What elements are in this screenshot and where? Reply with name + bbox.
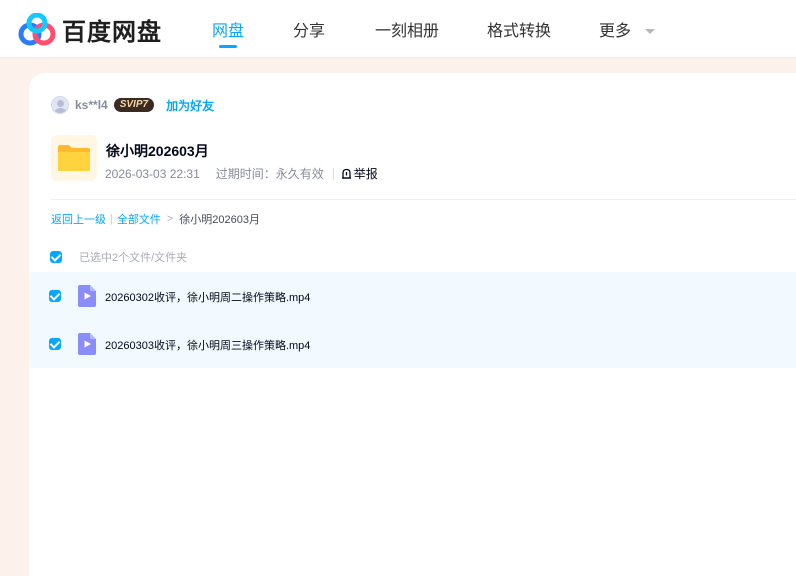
breadcrumb-arrow: > — [166, 213, 174, 225]
share-expire-text: 过期时间：永久有效 — [215, 167, 324, 181]
table-row[interactable]: 20260302收评，徐小明周二操作策略.mp4 — [29, 272, 796, 320]
add-friend-link[interactable]: 加为好友 — [166, 97, 214, 114]
video-file-icon — [78, 333, 96, 355]
nav-label: 网盘 — [212, 23, 245, 40]
breadcrumb-separator: | — [110, 213, 113, 225]
share-card: ks**l4 SVIP7 加为好友 徐小明202603月 2026-03-03 … — [29, 73, 796, 576]
folder-icon — [58, 145, 90, 171]
nav-label: 分享 — [293, 23, 326, 40]
all-files-link[interactable]: 全部文件 — [117, 211, 161, 227]
file-checkbox[interactable] — [49, 338, 61, 350]
brand-logo[interactable]: 百度网盘 — [18, 12, 162, 47]
shared-folder-thumbnail — [51, 135, 97, 181]
share-created-time: 2026-03-03 22:31 — [105, 166, 200, 181]
share-meta: 2026-03-03 22:31 过期时间：永久有效 举报 — [105, 165, 378, 182]
divider — [332, 167, 334, 180]
report-button[interactable]: 举报 — [341, 165, 378, 182]
back-link[interactable]: 返回上一级 — [51, 211, 106, 227]
breadcrumb: 返回上一级 | 全部文件 > 徐小明202603月 — [51, 211, 260, 227]
selection-count-label: 已选中2个文件/文件夹 — [79, 252, 188, 264]
report-icon — [341, 168, 351, 179]
nav-item-share[interactable]: 分享 — [293, 17, 325, 41]
nav-item-format-convert[interactable]: 格式转换 — [487, 17, 551, 41]
nav-item-more[interactable]: 更多 — [599, 17, 656, 41]
sharer-username: ks**l4 — [75, 98, 108, 112]
active-tab-indicator — [219, 45, 237, 48]
brand-name: 百度网盘 — [62, 19, 162, 46]
chevron-down-icon — [645, 29, 656, 35]
select-all-checkbox[interactable] — [50, 251, 62, 263]
svip-badge: SVIP7 — [113, 98, 155, 112]
report-label: 举报 — [353, 167, 378, 181]
file-name[interactable]: 20260303收评，徐小明周三操作策略.mp4 — [105, 337, 310, 353]
file-name[interactable]: 20260302收评，徐小明周二操作策略.mp4 — [105, 289, 310, 305]
baidu-netdisk-logo-icon — [18, 12, 56, 45]
avatar[interactable] — [51, 96, 69, 114]
nav-item-photo-album[interactable]: 一刻相册 — [375, 17, 439, 41]
section-divider — [51, 199, 796, 200]
file-checkbox[interactable] — [49, 290, 61, 302]
nav-label: 更多 — [599, 23, 632, 40]
nav-item-netdisk[interactable]: 网盘 — [212, 17, 245, 48]
sharer-info: ks**l4 SVIP7 加为好友 — [51, 96, 214, 114]
top-navigation-bar: 百度网盘 网盘 分享 一刻相册 格式转换 更多 — [0, 0, 796, 58]
video-file-icon — [78, 285, 96, 307]
table-row[interactable]: 20260303收评，徐小明周三操作策略.mp4 — [29, 320, 796, 368]
nav-label: 一刻相册 — [375, 23, 440, 40]
shared-folder-name: 徐小明202603月 — [106, 143, 209, 159]
nav-label: 格式转换 — [487, 23, 552, 40]
current-folder-crumb: 徐小明202603月 — [179, 214, 261, 226]
select-all-row: 已选中2个文件/文件夹 — [50, 249, 187, 265]
